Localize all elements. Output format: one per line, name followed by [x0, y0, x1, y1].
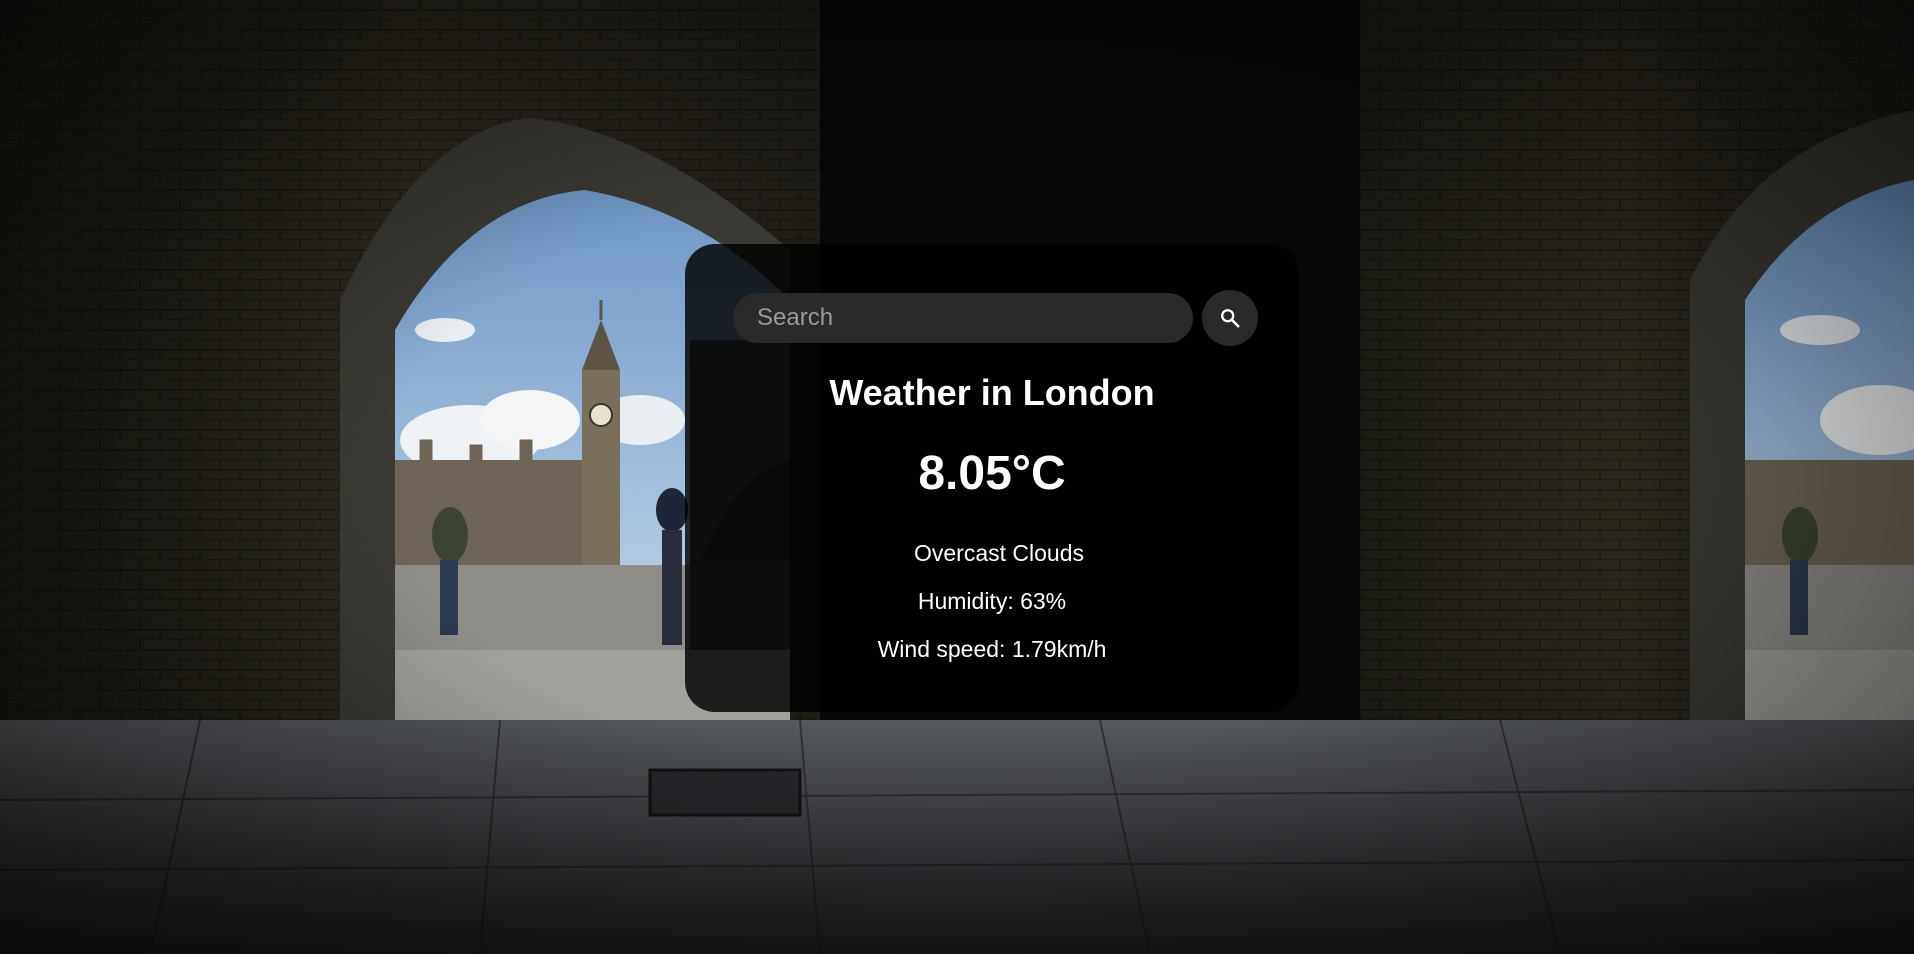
- wind-speed: Wind speed: 1.79km/h: [877, 636, 1107, 662]
- city-heading: Weather in London: [829, 372, 1155, 413]
- search-icon: [1221, 309, 1240, 328]
- search-button[interactable]: [1202, 290, 1258, 346]
- weather-description: Overcast Clouds: [913, 540, 1084, 566]
- search-bar: [733, 290, 1258, 346]
- humidity: Humidity: 63%: [917, 588, 1067, 614]
- temperature: 8.05°C: [918, 447, 1066, 500]
- search-input[interactable]: [733, 293, 1193, 343]
- weather-card: Weather in London 8.05°C Overcast Clouds…: [685, 244, 1299, 712]
